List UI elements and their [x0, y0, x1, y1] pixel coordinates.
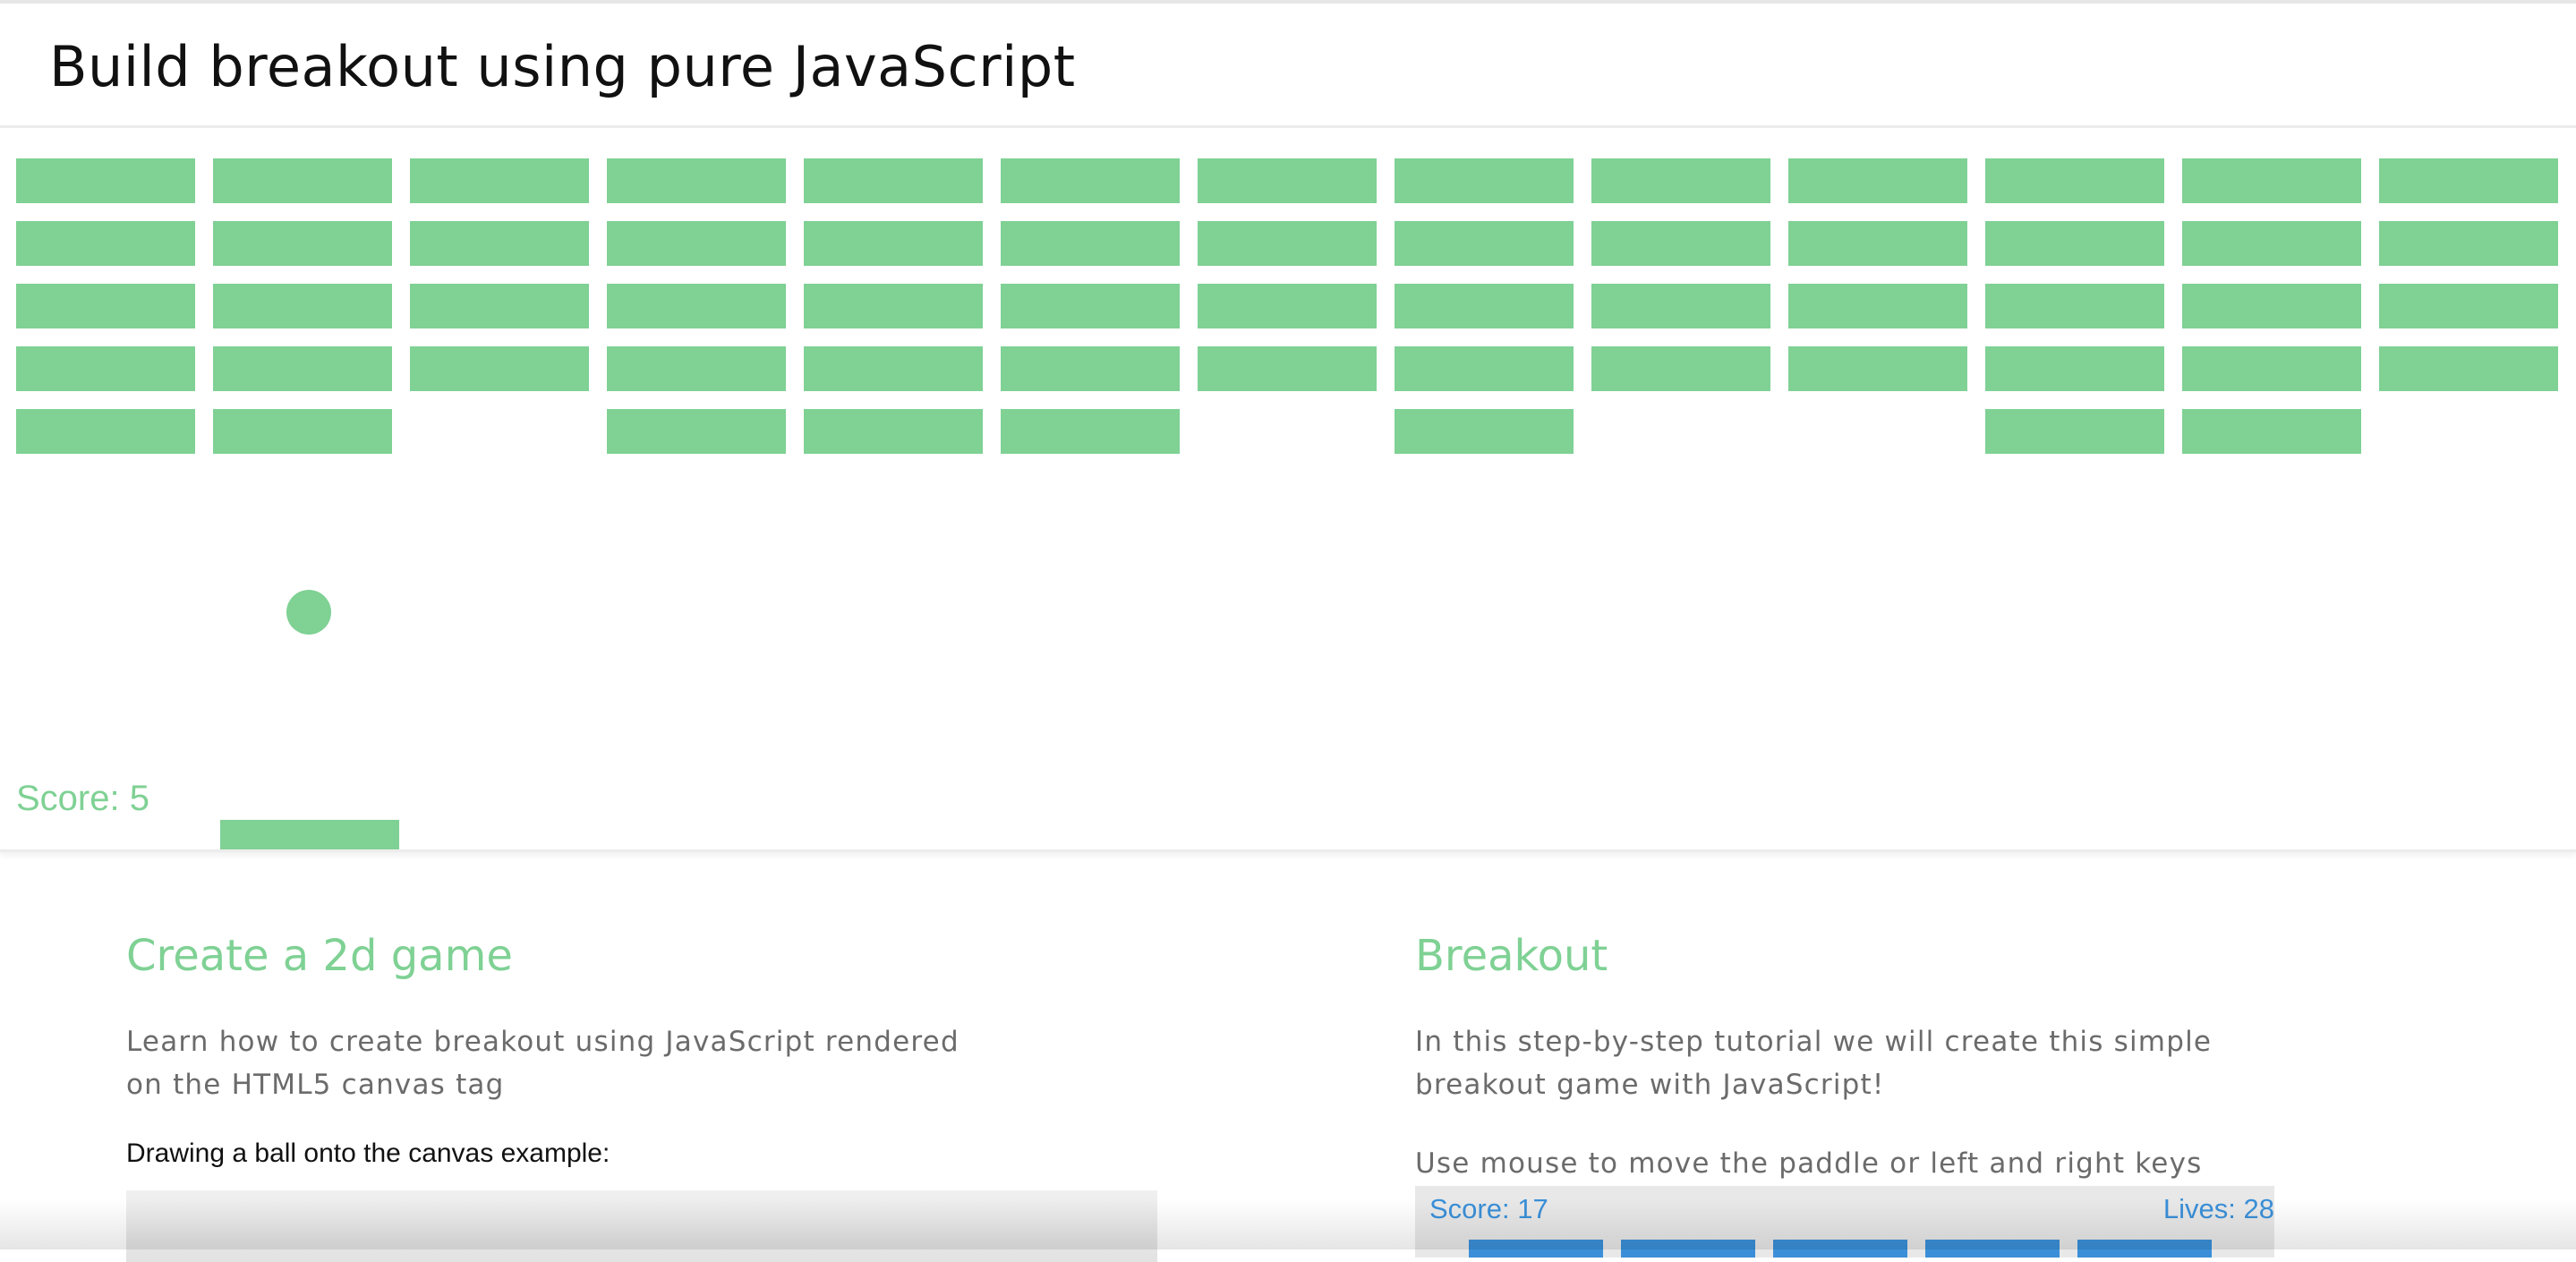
brick — [804, 284, 983, 328]
brick — [804, 158, 983, 203]
brick — [410, 221, 589, 266]
section-description: In this step-by-step tutorial we will cr… — [1415, 1026, 2213, 1101]
breakout-game-canvas[interactable]: Score: 5 — [0, 125, 2576, 852]
brick — [1591, 284, 1770, 328]
brick — [1198, 346, 1377, 391]
brick — [804, 409, 983, 454]
brick — [1395, 409, 1574, 454]
brick — [213, 284, 392, 328]
brick — [1788, 346, 1967, 391]
section-heading-create-game: Create a 2d game — [126, 931, 513, 981]
brick — [804, 346, 983, 391]
brick — [16, 284, 195, 328]
brick — [1985, 221, 2164, 266]
brick — [1001, 409, 1180, 454]
brick — [16, 158, 195, 203]
brick — [1591, 158, 1770, 203]
game-score: Score: 5 — [16, 779, 149, 818]
brick — [2182, 221, 2361, 266]
brick — [1395, 284, 1574, 328]
brick — [1395, 221, 1574, 266]
brick — [1985, 158, 2164, 203]
content-section: Create a 2d game Learn how to create bre… — [0, 850, 2576, 1262]
brick — [2182, 284, 2361, 328]
brick — [1985, 284, 2164, 328]
brick — [2379, 346, 2558, 391]
brick — [1198, 158, 1377, 203]
page-title: Build breakout using pure JavaScript — [49, 34, 1076, 99]
brick — [1395, 346, 1574, 391]
brick — [1591, 221, 1770, 266]
brick — [213, 346, 392, 391]
preview-brick — [1925, 1240, 2060, 1258]
brick — [1985, 409, 2164, 454]
brick — [1198, 221, 1377, 266]
instructions-text: Use mouse to move the paddle or left and… — [1415, 1147, 2203, 1180]
brick — [213, 221, 392, 266]
brick — [607, 409, 786, 454]
canvas-example-box — [126, 1190, 1157, 1262]
brick — [16, 346, 195, 391]
section-heading-breakout: Breakout — [1415, 931, 1608, 981]
brick — [16, 409, 195, 454]
brick — [410, 158, 589, 203]
brick — [607, 284, 786, 328]
top-divider — [0, 0, 2576, 4]
brick — [1591, 346, 1770, 391]
paddle[interactable] — [220, 820, 399, 849]
brick — [1001, 221, 1180, 266]
brick — [1788, 158, 1967, 203]
preview-brick — [1773, 1240, 1907, 1258]
preview-lives: Lives: 28 — [2162, 1193, 2274, 1224]
brick-grid — [16, 158, 2558, 454]
brick — [2379, 158, 2558, 203]
brick — [2182, 409, 2361, 454]
brick — [1985, 346, 2164, 391]
brick — [1788, 284, 1967, 328]
preview-brick — [2077, 1240, 2212, 1258]
brick — [1001, 346, 1180, 391]
game-board[interactable]: Score: 5 — [0, 128, 2576, 849]
preview-brick — [1621, 1240, 1755, 1258]
brick — [410, 284, 589, 328]
preview-score: Score: 17 — [1429, 1193, 1548, 1224]
brick — [2182, 346, 2361, 391]
breakout-preview-canvas[interactable]: Score: 17 Lives: 28 — [1415, 1186, 2274, 1258]
brick — [607, 221, 786, 266]
brick — [1198, 284, 1377, 328]
brick — [16, 221, 195, 266]
brick — [1001, 158, 1180, 203]
brick — [607, 158, 786, 203]
brick — [213, 158, 392, 203]
brick — [1001, 284, 1180, 328]
brick — [410, 346, 589, 391]
brick — [2379, 221, 2558, 266]
brick — [2182, 158, 2361, 203]
brick — [1788, 221, 1967, 266]
brick — [1395, 158, 1574, 203]
brick — [213, 409, 392, 454]
ball — [286, 590, 331, 635]
brick — [2379, 284, 2558, 328]
example-label: Drawing a ball onto the canvas example: — [126, 1138, 610, 1168]
preview-brick — [1469, 1240, 1603, 1258]
section-description: Learn how to create breakout using JavaS… — [126, 1026, 960, 1101]
brick — [607, 346, 786, 391]
brick — [804, 221, 983, 266]
